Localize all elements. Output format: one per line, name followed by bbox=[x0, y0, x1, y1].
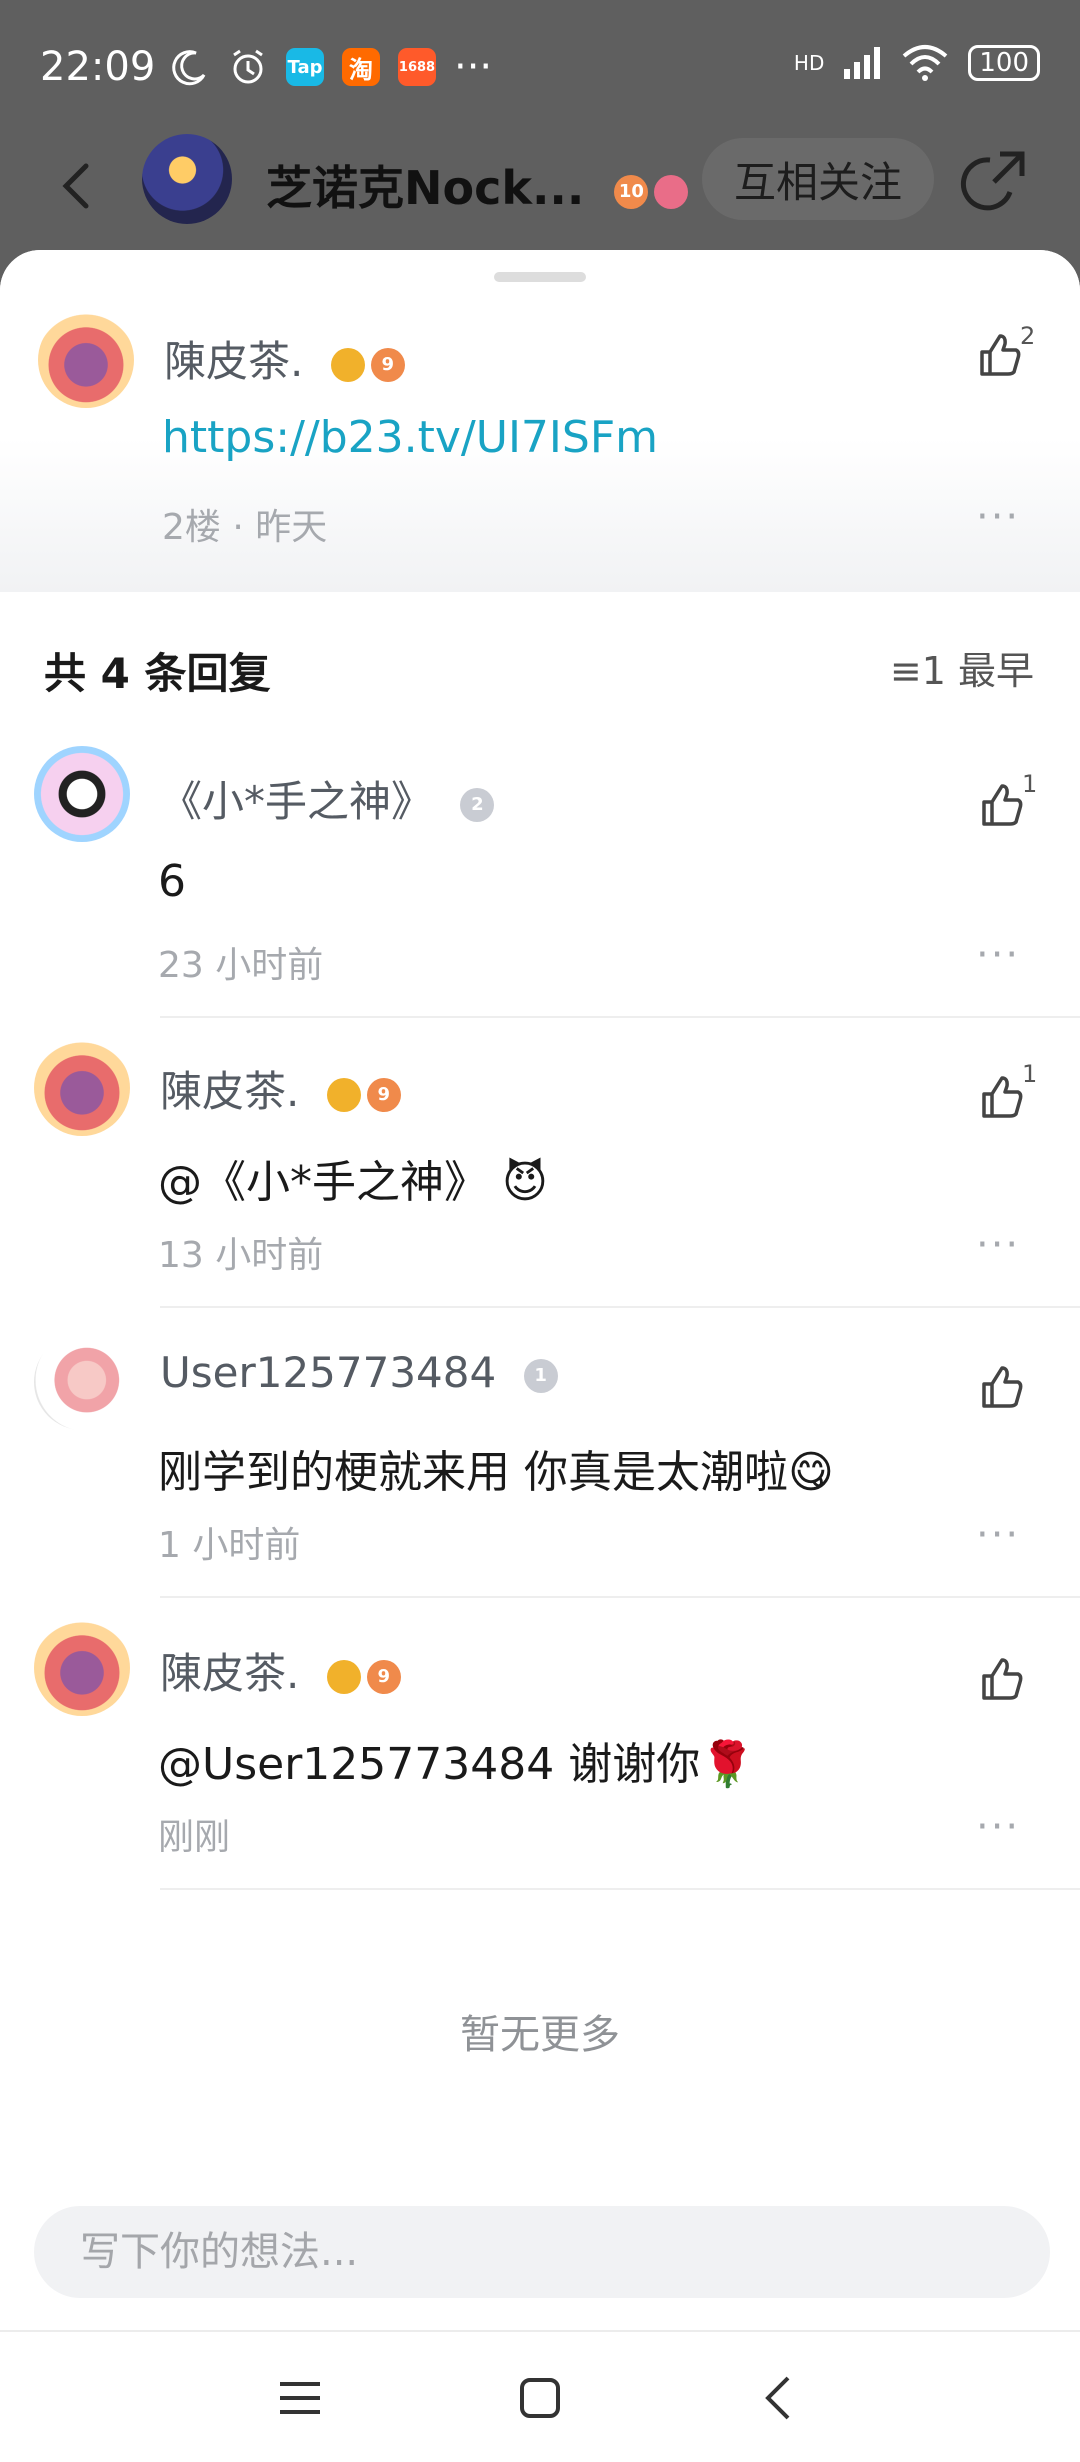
back-arrow-icon[interactable] bbox=[48, 156, 108, 216]
1688-app-icon: 1688 bbox=[398, 48, 436, 86]
reply-text: 6 bbox=[158, 856, 186, 907]
like-icon[interactable] bbox=[976, 1654, 1026, 1704]
level-badge-icon: 9 bbox=[366, 1077, 401, 1112]
follow-button[interactable]: 互相关注 bbox=[702, 138, 934, 220]
reply-time: 23 小时前 bbox=[158, 945, 324, 986]
reply-text: @User125773484 谢谢你🌹 bbox=[158, 1739, 756, 1790]
taobao-app-icon: 淘 bbox=[342, 48, 380, 86]
user-badges: 1 bbox=[523, 1358, 558, 1393]
sort-label: 最早 bbox=[957, 649, 1034, 693]
reply-author[interactable]: 陳皮茶. 9 bbox=[160, 1058, 401, 1119]
author-avatar[interactable] bbox=[142, 134, 232, 224]
reply-text: @《小*手之神》 😈 bbox=[158, 1157, 548, 1208]
like-icon[interactable] bbox=[976, 780, 1026, 830]
taptap-app-icon: Tap bbox=[286, 48, 324, 86]
avatar[interactable] bbox=[34, 746, 130, 842]
coin-badge-icon bbox=[326, 1077, 361, 1112]
share-icon[interactable] bbox=[960, 146, 1030, 216]
like-icon[interactable] bbox=[976, 1072, 1026, 1122]
user-badges: 2 bbox=[460, 787, 495, 822]
comment-input-area bbox=[0, 2170, 1080, 2330]
avatar[interactable] bbox=[34, 1334, 130, 1430]
coin-badge-icon bbox=[326, 1659, 361, 1694]
avatar[interactable] bbox=[38, 312, 134, 408]
author-name[interactable]: 芝诺克Nock... 10 bbox=[266, 152, 689, 218]
like-icon[interactable] bbox=[976, 1362, 1026, 1412]
divider bbox=[160, 1306, 1080, 1308]
like-count: 1 bbox=[1022, 770, 1038, 798]
root-comment: 陳皮茶. 9 https://b23.tv/UI7ISFm 2楼 · 昨天 ··… bbox=[0, 250, 1080, 592]
more-options-button[interactable]: ··· bbox=[976, 494, 1020, 540]
post-header: 芝诺克Nock... 10 互相关注 bbox=[0, 130, 1080, 250]
status-bar: 22:09 Tap 淘 1688 ··· HD 100 bbox=[0, 0, 1080, 130]
user-badges: 9 bbox=[330, 347, 405, 382]
divider bbox=[160, 1888, 1080, 1890]
status-time: 22:09 bbox=[40, 44, 156, 90]
reply-time: 13 小时前 bbox=[158, 1235, 324, 1276]
more-options-button[interactable]: ··· bbox=[976, 932, 1020, 978]
medal-badge-icon bbox=[654, 174, 689, 209]
comment-link[interactable]: https://b23.tv/UI7ISFm bbox=[162, 412, 658, 463]
no-more-text: 暂无更多 bbox=[460, 2012, 620, 2058]
like-count: 2 bbox=[1020, 322, 1036, 350]
avatar[interactable] bbox=[34, 1040, 130, 1136]
moon-icon bbox=[172, 50, 206, 86]
more-notifications-icon: ··· bbox=[454, 44, 493, 90]
like-count: 1 bbox=[1022, 1060, 1038, 1088]
sort-button[interactable]: ≡1 最早 bbox=[890, 640, 1034, 695]
more-options-button[interactable]: ··· bbox=[976, 1512, 1020, 1558]
comment-author[interactable]: 陳皮茶. 9 bbox=[164, 328, 405, 389]
back-chevron-icon[interactable] bbox=[750, 2368, 810, 2428]
wifi-icon bbox=[903, 45, 948, 81]
replies-sheet: 陳皮茶. 9 https://b23.tv/UI7ISFm 2楼 · 昨天 ··… bbox=[0, 250, 1080, 2330]
level-badge-icon: 9 bbox=[370, 347, 405, 382]
user-badges: 9 bbox=[326, 1659, 401, 1694]
home-square-icon[interactable] bbox=[510, 2368, 570, 2428]
divider bbox=[160, 1016, 1080, 1018]
comment-input[interactable] bbox=[34, 2206, 1050, 2298]
level-badge-icon: 1 bbox=[523, 1358, 558, 1393]
reply-text: 刚学到的梗就来用 你真是太潮啦😋 bbox=[158, 1447, 834, 1498]
reply-author[interactable]: User125773484 1 bbox=[160, 1348, 558, 1397]
reply-time: 1 小时前 bbox=[158, 1525, 301, 1566]
system-nav-bar bbox=[0, 2330, 1080, 2462]
signal-icon bbox=[844, 47, 881, 79]
comment-meta: 2楼 · 昨天 bbox=[162, 507, 328, 548]
drag-handle[interactable] bbox=[494, 272, 586, 282]
replies-count-title: 共 4 条回复 bbox=[44, 649, 271, 698]
battery-indicator: 100 bbox=[968, 45, 1040, 81]
divider bbox=[160, 1596, 1080, 1598]
sort-icon: ≡1 bbox=[889, 649, 946, 693]
status-left-icons: Tap 淘 1688 ··· bbox=[170, 44, 492, 90]
author-badges: 10 bbox=[614, 174, 689, 209]
coin-badge-icon bbox=[330, 347, 365, 382]
network-type: HD bbox=[793, 51, 825, 75]
avatar[interactable] bbox=[34, 1620, 130, 1716]
like-icon[interactable] bbox=[974, 330, 1024, 380]
level-badge-icon: 10 bbox=[614, 174, 649, 209]
level-badge-icon: 2 bbox=[460, 787, 495, 822]
reply-time: 刚刚 bbox=[158, 1817, 231, 1858]
menu-icon[interactable] bbox=[270, 2368, 330, 2428]
more-options-button[interactable]: ··· bbox=[976, 1222, 1020, 1268]
user-badges: 9 bbox=[326, 1077, 401, 1112]
reply-author[interactable]: 《小*手之神》 2 bbox=[160, 768, 495, 829]
status-right-icons: HD 100 bbox=[794, 44, 1040, 82]
more-options-button[interactable]: ··· bbox=[976, 1804, 1020, 1850]
level-badge-icon: 9 bbox=[366, 1659, 401, 1694]
replies-header: 共 4 条回复 ≡1 最早 bbox=[0, 592, 1080, 742]
alarm-icon bbox=[233, 49, 263, 84]
reply-author[interactable]: 陳皮茶. 9 bbox=[160, 1640, 401, 1701]
